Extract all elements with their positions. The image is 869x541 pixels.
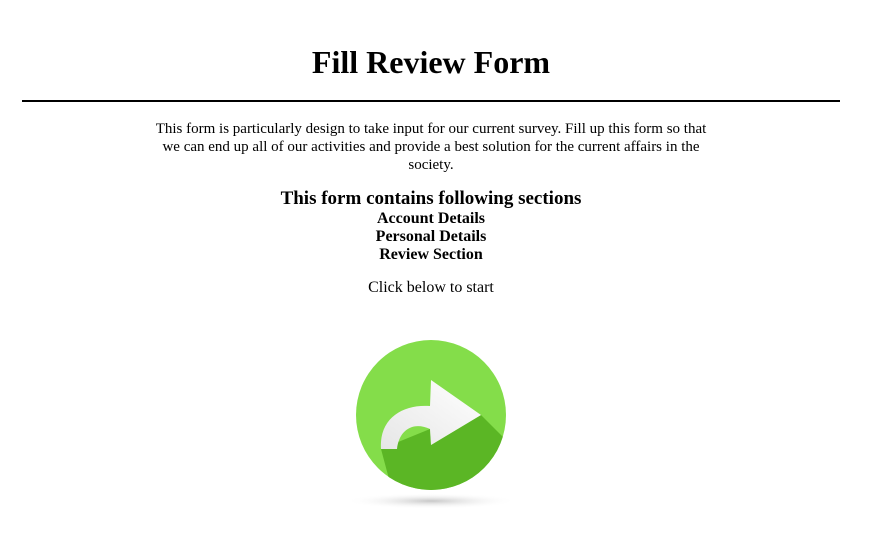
section-item-review-section: Review Section bbox=[379, 246, 483, 263]
section-list: Account Details Personal Details Review … bbox=[0, 210, 862, 264]
title-divider bbox=[22, 100, 840, 102]
sections-heading: This form contains following sections bbox=[280, 188, 582, 209]
intro-text: This form is particularly design to take… bbox=[155, 121, 707, 173]
forward-arrow-icon bbox=[345, 340, 517, 509]
section-item-account-details: Account Details bbox=[377, 210, 485, 227]
section-item-personal-details: Personal Details bbox=[375, 228, 487, 245]
start-button[interactable] bbox=[341, 334, 521, 514]
page-title: Fill Review Form bbox=[311, 44, 551, 80]
start-hint: Click below to start bbox=[368, 279, 494, 296]
